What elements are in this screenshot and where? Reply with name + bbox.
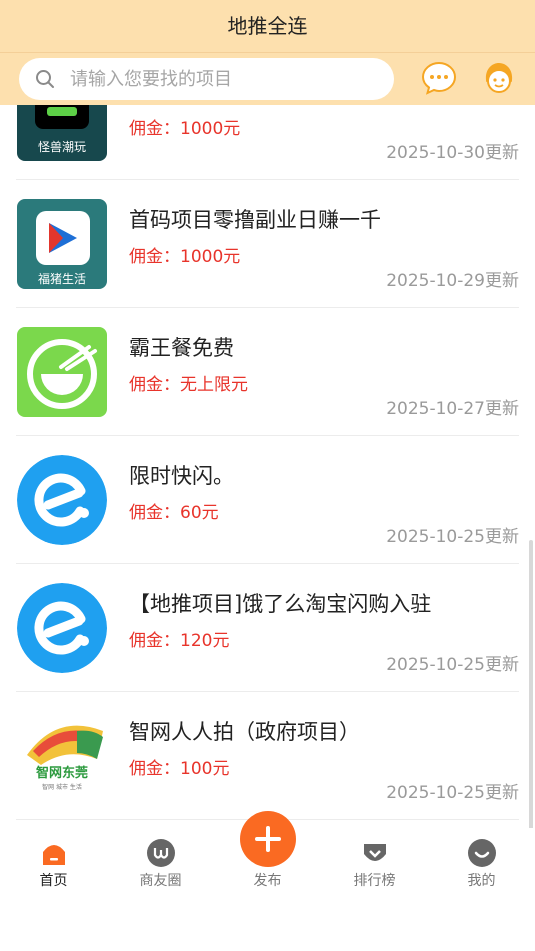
commission-text: 佣金：120元	[129, 631, 230, 651]
commission-text: 佣金：100元	[129, 759, 230, 779]
commission-text: 佣金：1000元	[129, 119, 241, 139]
tab-home[interactable]: 首页	[0, 838, 107, 890]
tab-label: 排行榜	[353, 873, 396, 889]
app-thumbnail: 智网东莞 智网 城市 生活	[17, 711, 107, 801]
friends-circle-icon	[146, 839, 175, 867]
commission-text: 佣金：1000元	[129, 247, 241, 267]
project-title: 【地推项目]饿了么淘宝闪购入驻	[129, 592, 432, 616]
list-item[interactable]: 怪兽潮玩 佣金：1000元 2025-10-30更新	[16, 105, 519, 180]
update-date: 2025-10-30更新	[386, 143, 519, 163]
search-icon	[36, 70, 54, 88]
ranking-icon	[363, 844, 386, 861]
app-thumbnail: 怪兽潮玩	[17, 105, 107, 161]
project-title: 首码项目零撸副业日赚一千	[129, 208, 381, 232]
home-icon	[42, 845, 65, 865]
bottom-tab-bar: 首页 商友圈 发布 排行榜 我的	[0, 811, 535, 951]
update-date: 2025-10-25更新	[386, 783, 519, 803]
header-divider	[0, 52, 535, 53]
list-item[interactable]: 【地推项目]饿了么淘宝闪购入驻 佣金：120元 2025-10-25更新	[16, 564, 519, 692]
list-item[interactable]: 霸王餐免费 佣金：无上限元 2025-10-27更新	[16, 308, 519, 436]
thumbnail-label: 福猪生活	[38, 271, 86, 286]
list-item[interactable]: 限时快闪。 佣金：60元 2025-10-25更新	[16, 436, 519, 564]
tab-label: 首页	[39, 873, 68, 889]
eleme-logo	[17, 455, 107, 545]
tab-ranking[interactable]: 排行榜	[321, 838, 428, 890]
list-item[interactable]: 福猪生活 首码项目零撸副业日赚一千 佣金：1000元 2025-10-29更新	[16, 180, 519, 308]
thumbnail-label: 怪兽潮玩	[38, 139, 86, 154]
update-date: 2025-10-29更新	[386, 271, 519, 291]
tab-label: 我的	[467, 873, 496, 889]
list-item[interactable]: 智网东莞 智网 城市 生活 智网人人拍（政府项目） 佣金：100元 2025-1…	[16, 692, 519, 820]
publish-button[interactable]	[240, 811, 296, 867]
project-title: 智网人人拍（政府项目）	[129, 720, 360, 744]
search-input[interactable]	[70, 68, 370, 90]
thumbnail-label: 智网东莞	[36, 765, 88, 781]
tab-friends[interactable]: 商友圈	[107, 838, 214, 890]
tab-label: 商友圈	[139, 873, 182, 889]
project-title: 限时快闪。	[129, 464, 234, 488]
project-list[interactable]: 怪兽潮玩 佣金：1000元 2025-10-30更新 福猪生活 首码项目零撸副业…	[0, 105, 535, 828]
eleme-logo	[17, 583, 107, 673]
update-date: 2025-10-25更新	[386, 655, 519, 675]
profile-icon	[467, 839, 496, 867]
app-thumbnail: 福猪生活	[17, 199, 107, 289]
plus-icon	[255, 826, 281, 852]
app-thumbnail	[17, 327, 107, 417]
search-bar[interactable]	[19, 58, 394, 100]
customer-service-icon[interactable]	[481, 60, 517, 96]
project-title: 霸王餐免费	[129, 336, 234, 360]
update-date: 2025-10-25更新	[386, 527, 519, 547]
thumbnail-sublabel: 智网 城市 生活	[42, 783, 82, 791]
commission-text: 佣金：60元	[129, 503, 219, 523]
tab-label: 发布	[253, 873, 282, 889]
commission-text: 佣金：无上限元	[129, 375, 248, 395]
top-header: 地推全连	[0, 0, 535, 105]
update-date: 2025-10-27更新	[386, 399, 519, 419]
chat-bubble-icon[interactable]	[421, 60, 457, 96]
tab-mine[interactable]: 我的	[428, 838, 535, 890]
page-title: 地推全连	[227, 14, 308, 38]
